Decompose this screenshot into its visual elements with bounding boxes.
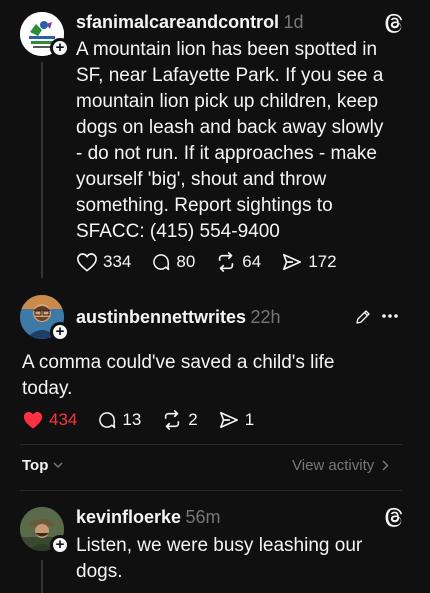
post-time: 56m [185,507,221,527]
post-header: kevinfloerke 56m [76,507,221,528]
post-body: A mountain lion has been spotted in SF, … [76,37,416,245]
like-button[interactable]: 434 [22,410,77,430]
divider [20,490,402,491]
sort-dropdown[interactable]: Top [22,457,63,474]
post-line: dogs. [76,561,123,582]
post-actions: 334 80 64 172 [76,252,357,272]
post-line: SFACC: (415) 554-9400 [76,221,280,242]
post-time: 22h [250,307,281,327]
thread-line [41,560,43,593]
post-line: - do not run. If it approaches - make [76,143,377,164]
repost-icon [165,410,180,430]
heart-icon [77,253,97,272]
share-count: 1 [244,410,255,429]
follow-plus-icon[interactable]: + [50,322,70,342]
view-activity-label: View activity [292,457,375,474]
reply-count: 80 [176,252,196,271]
post-line: SF, near Lafayette Park. If you see a [76,65,384,86]
sort-label: Top [22,457,49,474]
repost-icon [219,252,234,272]
username[interactable]: kevinfloerke [76,507,181,527]
post-header: sfanimalcareandcontrol 1d [76,12,304,33]
follow-plus-icon[interactable]: + [50,38,70,58]
chevron-right-icon [382,460,389,471]
divider [20,444,402,445]
like-count: 334 [103,252,132,271]
reply-button[interactable]: 80 [151,252,195,272]
heart-filled-icon [23,412,43,429]
post-line: something. Report sightings to [76,195,333,216]
chevron-down-icon [53,462,63,469]
username[interactable]: sfanimalcareandcontrol [76,12,279,32]
repost-button[interactable]: 2 [161,410,198,430]
share-icon [283,253,302,271]
post-body: A comma could've saved a child's life to… [22,350,412,402]
thread-line [41,62,43,278]
post-line: dogs on leash and back away slowly [76,117,384,138]
repost-count: 64 [242,252,262,271]
like-button[interactable]: 334 [76,252,131,272]
post-line: A mountain lion has been spotted in [76,39,378,60]
edit-icon[interactable] [354,308,372,326]
repost-button[interactable]: 64 [215,252,261,272]
post-line: mountain lion pick up children, keep [76,91,379,112]
post-line: yourself 'big', shout and throw [76,169,327,190]
reply-icon [99,412,116,429]
reply-count: 13 [122,410,142,429]
share-button[interactable]: 1 [218,410,254,430]
post-line: A comma could've saved a child's life [22,352,335,373]
post-actions: 434 13 2 1 [22,410,274,430]
username[interactable]: austinbennettwrites [76,307,246,327]
post-body: Listen, we were busy leashing our dogs. [76,533,416,585]
like-count: 434 [49,410,78,429]
reply-icon [153,254,170,271]
post-line: Listen, we were busy leashing our [76,535,363,556]
reply-button[interactable]: 13 [97,410,141,430]
share-count: 172 [308,252,337,271]
share-button[interactable]: 172 [281,252,337,272]
repost-count: 2 [188,410,198,429]
threads-logo-icon[interactable] [383,506,405,528]
post-time: 1d [283,12,304,32]
threads-logo-icon[interactable] [383,12,405,34]
post-header: austinbennettwrites 22h [76,307,281,328]
share-icon [219,411,238,429]
more-icon[interactable] [381,313,399,319]
post-line: today. [22,378,73,399]
view-activity-link[interactable]: View activity [292,457,389,474]
follow-plus-icon[interactable]: + [50,535,70,555]
